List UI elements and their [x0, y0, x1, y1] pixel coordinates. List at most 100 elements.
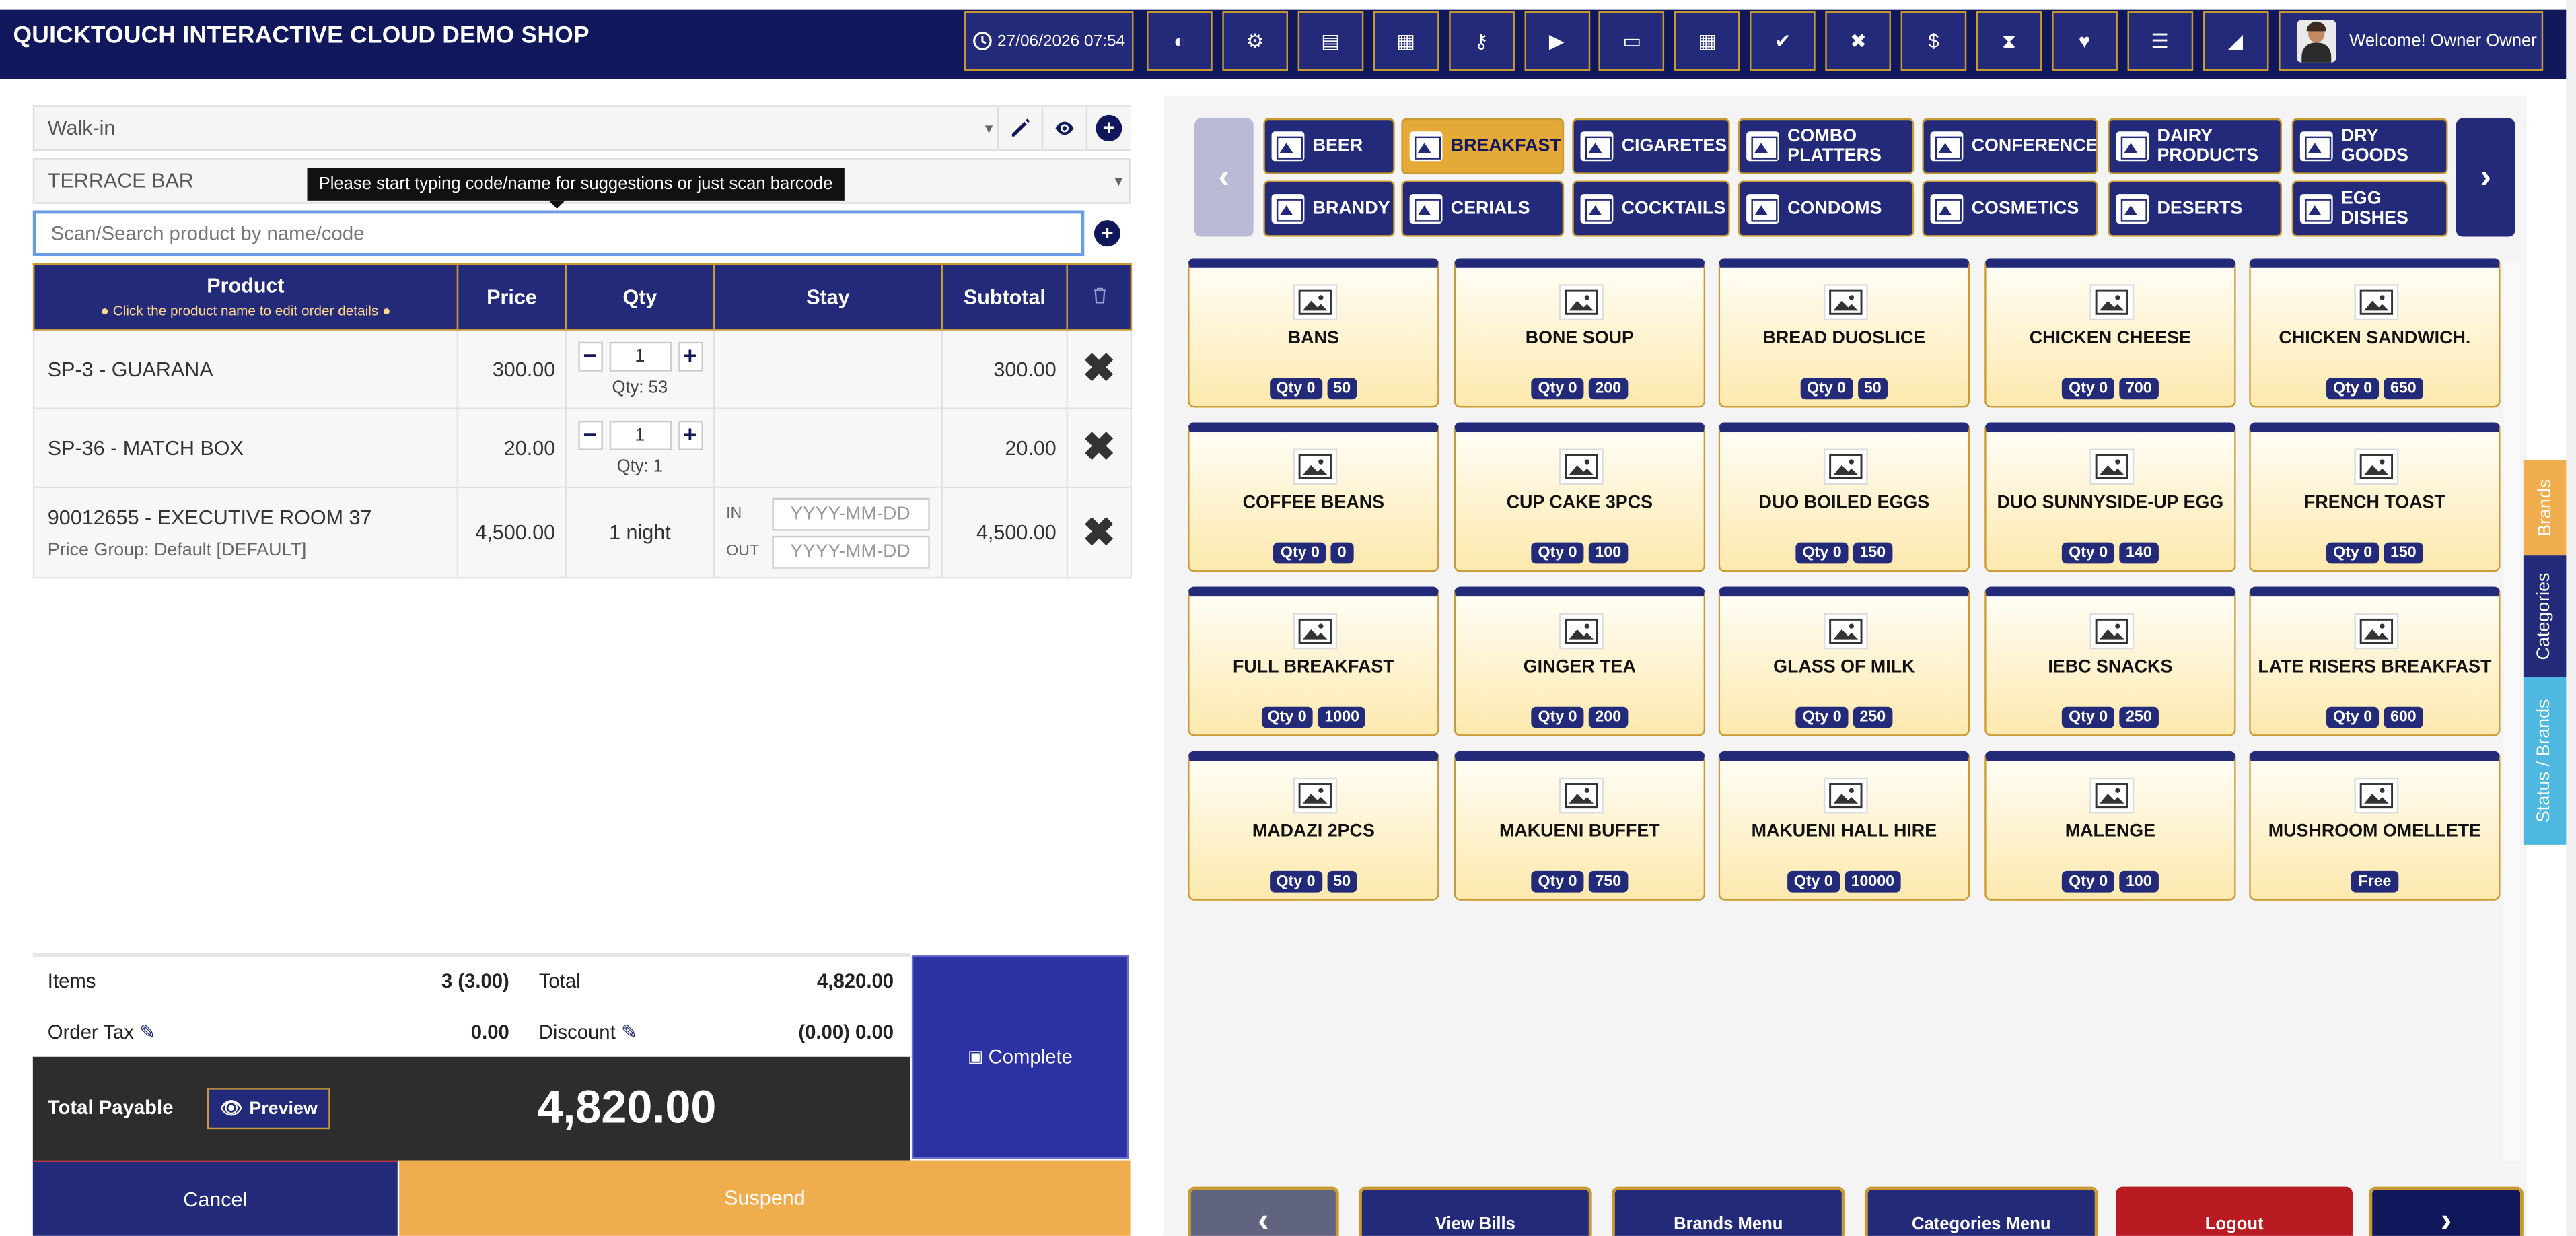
heart-toolbar-button[interactable]: ♥ [2051, 11, 2118, 71]
product-tile[interactable]: BANS Qty 0 50 [1188, 258, 1439, 408]
row-product[interactable]: 90012655 - EXECUTIVE ROOM 37 Price Group… [32, 486, 459, 579]
category-tab-cigaretes[interactable]: CIGARETES [1572, 118, 1730, 174]
product-tile[interactable]: GLASS OF MILK Qty 0 250 [1718, 586, 1970, 736]
remove-item-button[interactable]: ✖ [1066, 486, 1133, 579]
row-product[interactable]: SP-3 - GUARANA [32, 329, 459, 409]
brands-menu-button[interactable]: Brands Menu [1611, 1186, 1845, 1236]
grid-toolbar-button[interactable]: ▦ [1674, 11, 1741, 71]
product-tile[interactable]: MAKUENI BUFFET Qty 0 750 [1454, 751, 1706, 901]
category-tab-conference[interactable]: CONFERENCE [1922, 118, 2098, 174]
dollar-toolbar-button[interactable]: $ [1900, 11, 1967, 71]
register-toolbar-button[interactable]: ▤ [1297, 11, 1363, 71]
order-tax-button[interactable]: Order Tax ✎ [48, 1021, 156, 1043]
qty-decrease-button[interactable]: − [577, 341, 602, 371]
category-tab-dry-goods[interactable]: DRY GOODS [2291, 118, 2448, 174]
total-label: Total [538, 969, 581, 993]
logout-button[interactable]: Logout [2116, 1186, 2353, 1236]
customer-select[interactable]: Walk-in ▼ + [32, 105, 1131, 151]
qty-input[interactable]: 1 [608, 341, 672, 371]
key-toolbar-button[interactable]: ⚷ [1448, 11, 1514, 71]
product-search-input[interactable] [32, 210, 1085, 256]
add-product-icon[interactable]: + [1094, 220, 1120, 247]
play-toolbar-button[interactable]: ▶ [1524, 11, 1589, 71]
category-tab-cocktails[interactable]: COCKTAILS [1572, 180, 1730, 237]
eraser-toolbar-button[interactable]: ◢ [2202, 11, 2268, 71]
product-tile[interactable]: MAKUENI HALL HIRE Qty 0 10000 [1718, 751, 1970, 901]
categories-menu-button[interactable]: Categories Menu [1864, 1186, 2098, 1236]
complete-button[interactable]: ▣ Complete [911, 955, 1129, 1159]
category-tab-cosmetics[interactable]: COSMETICS [1922, 180, 2098, 237]
preview-button[interactable]: 👁 Preview [207, 1088, 330, 1130]
calculator-toolbar-button[interactable]: ▦ [1373, 11, 1439, 71]
check-in-date-input[interactable]: YYYY-MM-DD [772, 497, 930, 530]
product-tile[interactable]: CHICKEN CHEESE Qty 0 700 [1984, 258, 2236, 408]
category-tab-breakfast[interactable]: BREAKFAST [1401, 118, 1565, 174]
qty-input[interactable]: 1 [608, 419, 672, 450]
product-qty-badge: Qty 0 [1531, 378, 1584, 400]
row-product[interactable]: SP-36 - MATCH BOX [32, 407, 459, 489]
product-tile[interactable]: CUP CAKE 3PCS Qty 0 100 [1454, 422, 1706, 572]
suspend-button[interactable]: Suspend [399, 1160, 1131, 1236]
categories-side-tab[interactable]: Categories [2523, 555, 2567, 677]
product-tile[interactable]: MALENGE Qty 0 100 [1984, 751, 2236, 901]
remove-item-button[interactable]: ✖ [1066, 329, 1133, 409]
page-scrollbar[interactable] [2566, 0, 2576, 1236]
product-tile[interactable]: MUSHROOM OMELLETE Free [2249, 751, 2501, 901]
settings-toolbar-button[interactable]: ⚙ [1222, 11, 1288, 71]
page-prev-button[interactable]: ‹ [1188, 1186, 1339, 1236]
product-tile[interactable]: DUO BOILED EGGS Qty 0 150 [1718, 422, 1970, 572]
category-tab-combo-platters[interactable]: COMBO PLATTERS [1738, 118, 1915, 174]
category-tab-condoms[interactable]: CONDOMS [1738, 180, 1915, 237]
product-tile[interactable]: LATE RISERS BREAKFAST Qty 0 600 [2249, 586, 2501, 736]
qty-increase-button[interactable]: + [678, 341, 703, 371]
product-tile[interactable]: IEBC SNACKS Qty 0 250 [1984, 586, 2236, 736]
cancel-button[interactable]: Cancel [32, 1160, 398, 1236]
dashboard-toolbar-button[interactable]: ◐ [1147, 11, 1213, 71]
edit-customer-button[interactable] [997, 106, 1042, 150]
view-bills-button[interactable]: View Bills [1358, 1186, 1592, 1236]
category-prev-button[interactable]: ‹ [1194, 118, 1254, 237]
status-brands-side-tab[interactable]: Status / Brands [2523, 677, 2567, 845]
product-tile[interactable]: FULL BREAKFAST Qty 0 1000 [1188, 586, 1439, 736]
product-tile[interactable]: BONE SOUP Qty 0 200 [1454, 258, 1706, 408]
remove-item-button[interactable]: ✖ [1066, 407, 1133, 489]
view-customer-button[interactable] [1041, 106, 1086, 150]
product-tile[interactable]: MADAZI 2PCS Qty 0 50 [1188, 751, 1439, 901]
product-tile[interactable]: GINGER TEA Qty 0 200 [1454, 586, 1706, 736]
product-name: DUO SUNNYSIDE-UP EGG [1997, 493, 2224, 513]
page-next-button[interactable]: › [2369, 1186, 2524, 1236]
image-icon [2089, 777, 2135, 814]
check-toolbar-button[interactable]: ✔ [1750, 11, 1816, 71]
category-tab-egg-dishes[interactable]: EGG DISHES [2291, 180, 2448, 237]
cancel-toolbar-button[interactable]: ✖ [1825, 11, 1892, 71]
product-price-badge: 200 [1588, 378, 1628, 400]
product-price-badge: 250 [1853, 706, 1892, 728]
product-scrollbar[interactable] [2503, 263, 2520, 1161]
user-menu[interactable]: Welcome! Owner Owner [2279, 11, 2544, 71]
laptop-toolbar-button[interactable]: ▭ [1599, 11, 1666, 71]
qty-increase-button[interactable]: + [678, 419, 703, 450]
datetime-button[interactable]: 27/06/2026 07:54 [964, 11, 1134, 71]
check-out-date-input[interactable]: YYYY-MM-DD [772, 535, 930, 568]
category-tab-beer[interactable]: BEER [1263, 118, 1395, 174]
category-tab-brandy[interactable]: BRANDY [1263, 180, 1395, 237]
discount-button[interactable]: Discount ✎ [539, 1021, 638, 1043]
list-toolbar-button[interactable]: ☰ [2126, 11, 2193, 71]
product-price-badge: 0 [1331, 542, 1353, 564]
product-tile[interactable]: COFFEE BEANS Qty 00 [1188, 422, 1439, 572]
category-next-button[interactable]: › [2456, 118, 2515, 237]
product-price-badge: 200 [1588, 706, 1628, 728]
category-tab-deserts[interactable]: DESERTS [2108, 180, 2283, 237]
add-customer-button[interactable]: + [1085, 106, 1131, 150]
category-tab-cerials[interactable]: CERIALS [1401, 180, 1565, 237]
order-table: Product ● Click the product name to edit… [32, 263, 1133, 579]
product-tile[interactable]: DUO SUNNYSIDE-UP EGG Qty 0 140 [1984, 422, 2236, 572]
eraser-icon: ◢ [2227, 29, 2243, 53]
product-tile[interactable]: BREAD DUOSLICE Qty 0 50 [1718, 258, 1970, 408]
hourglass-toolbar-button[interactable]: ⧗ [1976, 11, 2042, 71]
brands-side-tab[interactable]: Brands [2523, 460, 2567, 556]
product-tile[interactable]: CHICKEN SANDWICH. Qty 0 650 [2249, 258, 2501, 408]
product-tile[interactable]: FRENCH TOAST Qty 0 150 [2249, 422, 2501, 572]
qty-decrease-button[interactable]: − [577, 419, 602, 450]
category-tab-dairy-products[interactable]: DAIRY PRODUCTS [2108, 118, 2283, 174]
